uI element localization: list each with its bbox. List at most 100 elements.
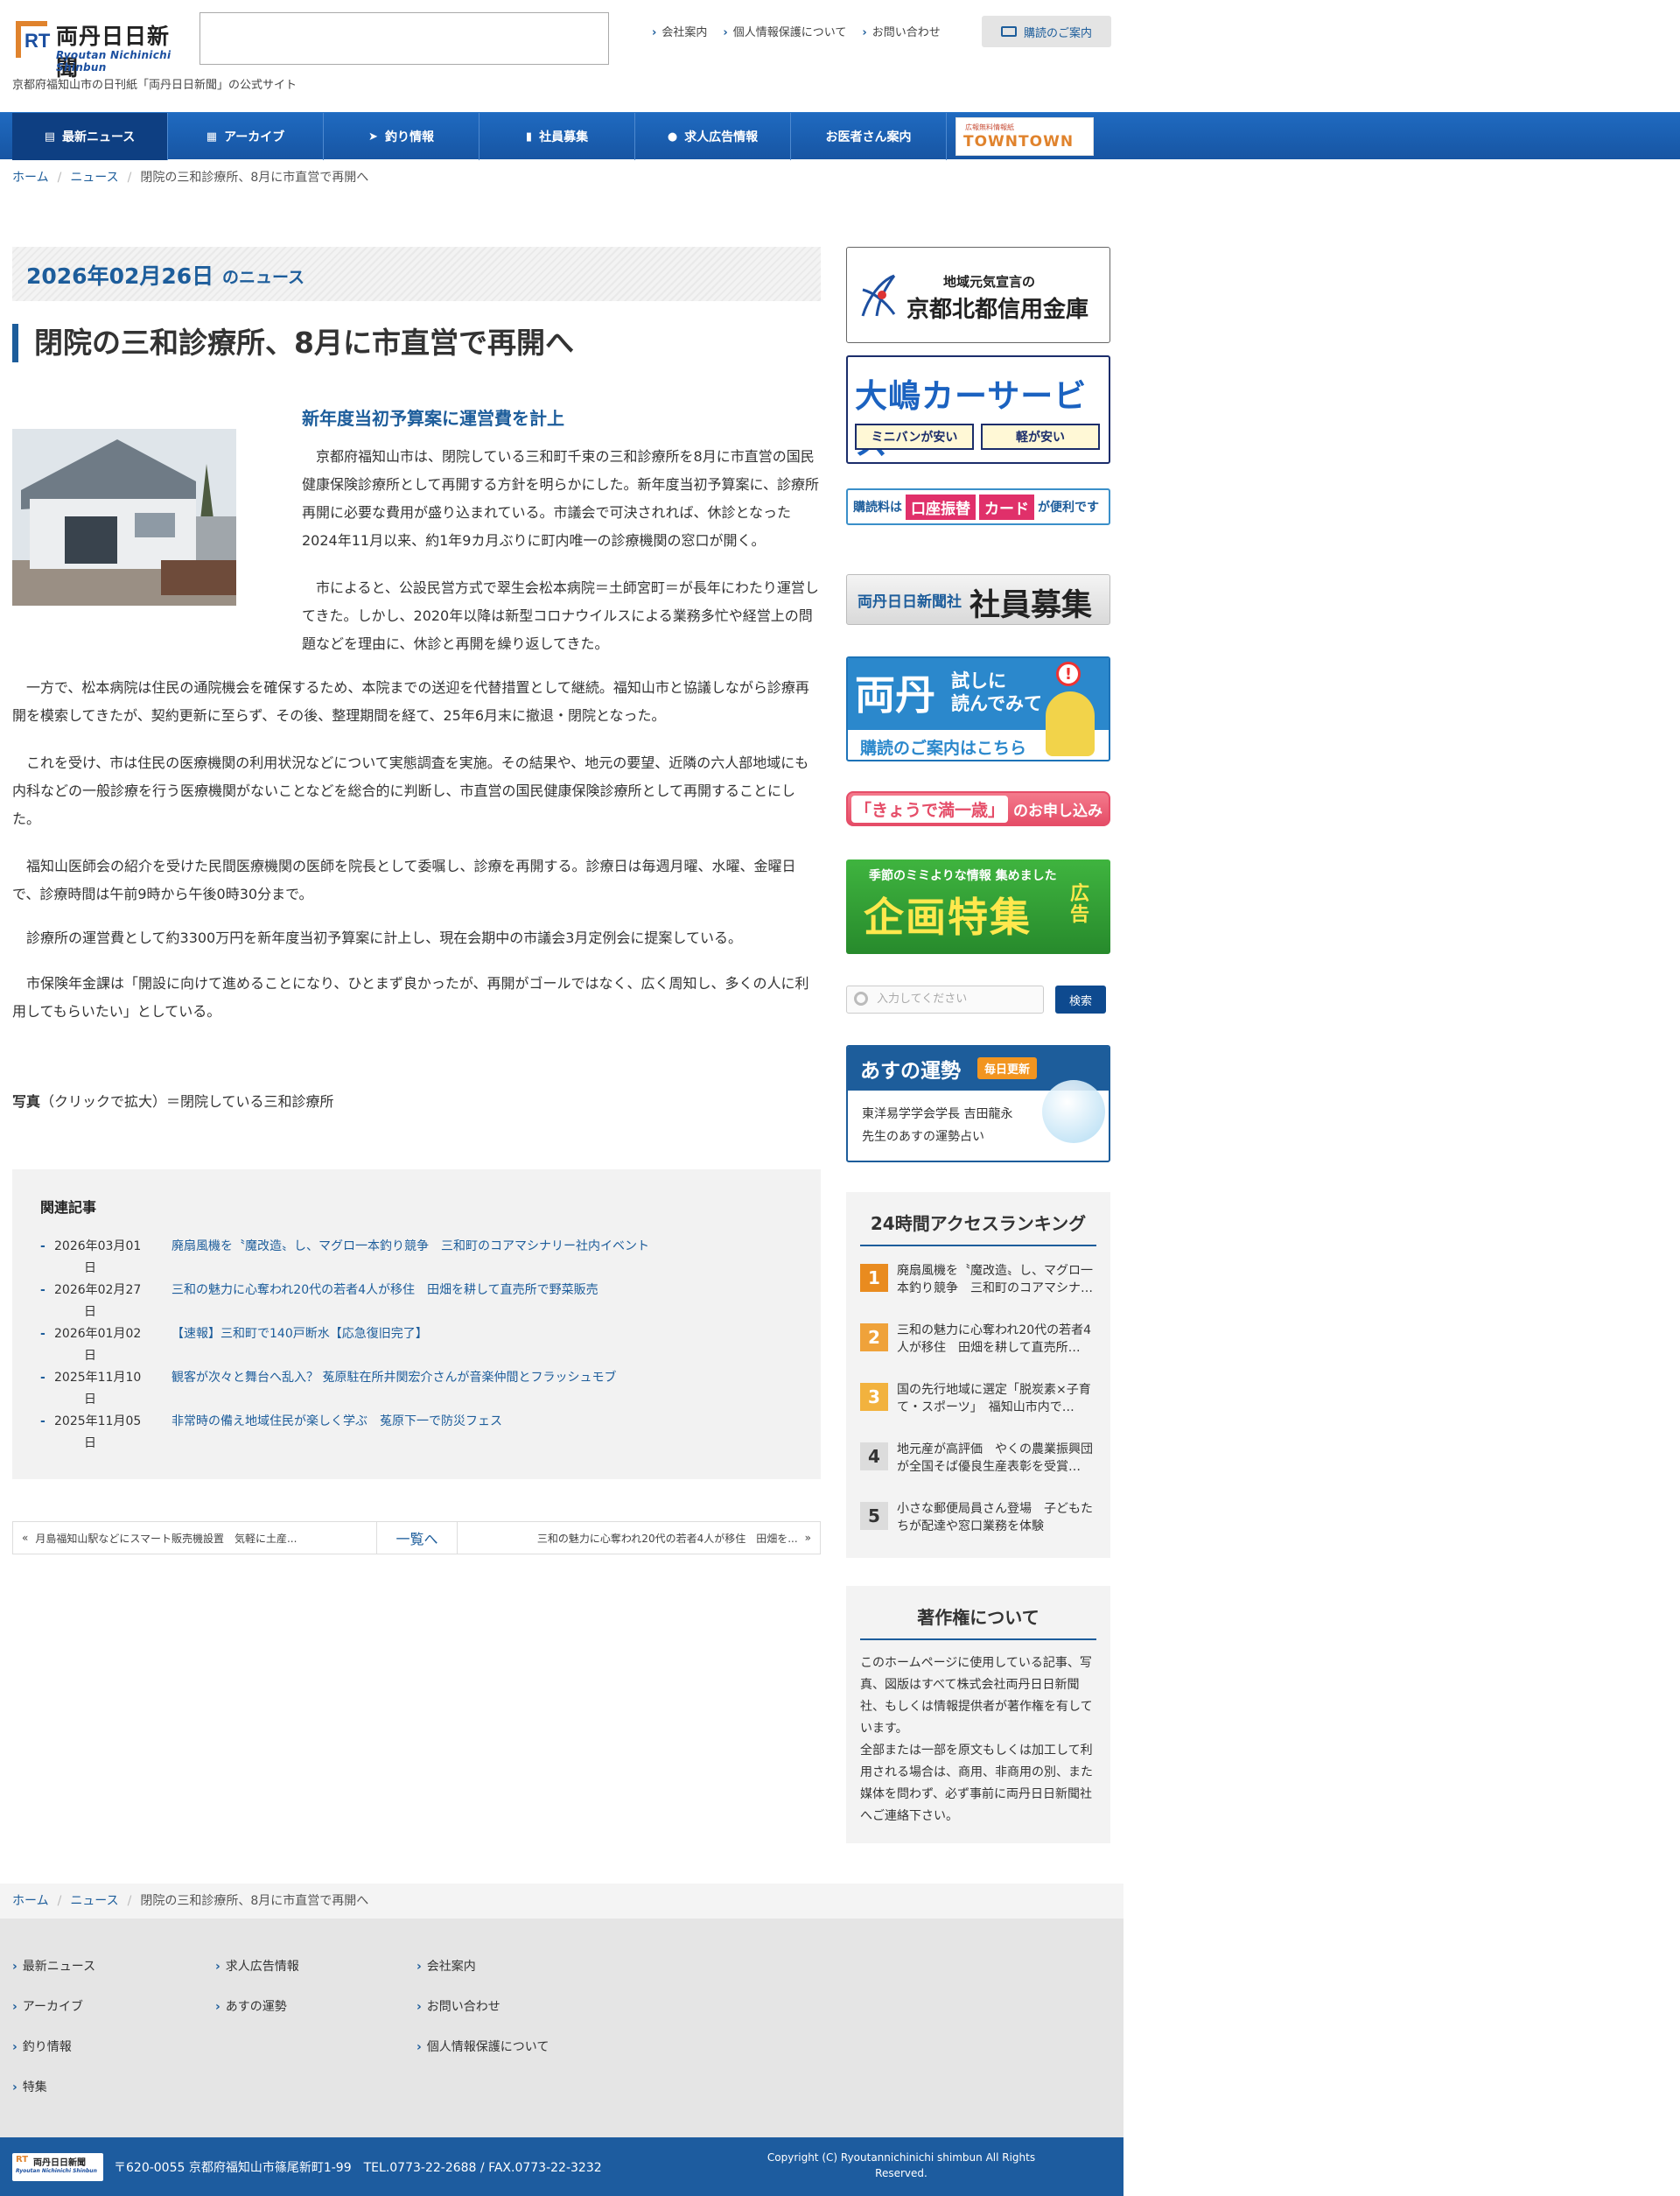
- ranking-title: 地元産が高評価 やくの農業振興団が全国そば優良生産表彰を受賞…: [897, 1442, 1093, 1474]
- ranking-item[interactable]: 5 小さな郵便局員さん登場 子どもたちが配達や窓口業務を体験: [846, 1500, 1110, 1560]
- chevron-right-icon: ›: [723, 26, 728, 39]
- related-link[interactable]: 【速報】三和町で140戸断水【応急復旧完了】: [172, 1323, 428, 1345]
- footer-link[interactable]: › 求人広告情報: [215, 1957, 299, 1997]
- search-icon: [854, 992, 868, 1006]
- related-date: 2026年01月02: [54, 1327, 142, 1341]
- footer-address: 〒620-0055 京都府福知山市篠尾新町1-99 TEL.0773-22-26…: [114, 2161, 602, 2175]
- main-nav: ▤ 最新ニュース ▦ アーカイブ ➤ 釣り情報 ▮ 社員募集 ● 求人広告情報 お医者さん…: [0, 112, 1680, 160]
- ad-trial-subscription[interactable]: 両丹 試しに 読んでみて 購読のご案内はこちら !: [846, 656, 1110, 761]
- chevron-right-icon: ›: [12, 1960, 18, 1974]
- ranking-item[interactable]: 2 三和の魅力に心奪われ20代の若者4人が移住 田畑を耕して直売所…: [846, 1322, 1110, 1381]
- copyright-text: 全部または一部を原文もしくは加工して利用される場合は、商用、非商用の別、また媒体…: [860, 1743, 1093, 1823]
- ad-first-birthday[interactable]: 「きょうで満一歳」 のお申し込み: [846, 791, 1110, 826]
- subscribe-button[interactable]: 購読のご案内: [982, 16, 1111, 47]
- footer-link[interactable]: › 個人情報保護について: [416, 2038, 549, 2078]
- breadcrumb-current: 閉院の三和診療所、8月に市直営で再開へ: [140, 1894, 369, 1908]
- related-item: -2026年03月01 廃扇風機を〝魔改造〟し、マグロ一本釣り競争 三和町のコアマ…: [40, 1236, 810, 1258]
- related-date-suffix: 日: [84, 1436, 96, 1450]
- footer-link[interactable]: › お問い合わせ: [416, 1997, 549, 2038]
- copyright-text: このホームページに使用している記事、写真、図版はすべて株式会社両丹日日新聞社、も…: [860, 1656, 1093, 1736]
- prev-article-link[interactable]: «月島福知山駅などにスマート販売機設置 気軽に土産...: [13, 1522, 377, 1554]
- related-item: -2026年02月27 三和の魅力に心奪われ20代の若者4人が移住 田畑を耕して直…: [40, 1280, 810, 1301]
- next-article-link[interactable]: 三和の魅力に心奪われ20代の若者4人が移住 田畑を...»: [458, 1522, 820, 1554]
- ranking-title: 小さな郵便局員さん登場 子どもたちが配達や窓口業務を体験: [897, 1502, 1093, 1533]
- footer-link[interactable]: › 釣り情報: [12, 2038, 95, 2078]
- article-paragraph: 京都府福知山市は、閉院している三和町千束の三和診療所を8月に市直営の国民健康保険…: [302, 448, 820, 549]
- ad-payment-methods[interactable]: 購読料は 口座振替 カード が便利です: [846, 488, 1110, 525]
- bullet-dash-icon: -: [40, 1239, 46, 1253]
- ranking-item[interactable]: 3 国の先行地域に選定「脱炭素×子育て・スポーツ」 福知山市内で…: [846, 1381, 1110, 1441]
- footer-link[interactable]: › 会社案内: [416, 1957, 549, 1997]
- ranking-item[interactable]: 4 地元産が高評価 やくの農業振興団が全国そば優良生産表彰を受賞…: [846, 1441, 1110, 1500]
- bookmark-icon: ▮: [525, 130, 533, 144]
- search-button[interactable]: 検索: [1055, 986, 1106, 1014]
- search-input[interactable]: 入力してください: [846, 986, 1044, 1014]
- related-item: -2026年01月02 【速報】三和町で140戸断水【応急復旧完了】: [40, 1323, 810, 1345]
- chevron-right-icon: ›: [12, 2080, 18, 2094]
- ranking-title: 国の先行地域に選定「脱炭素×子育て・スポーツ」 福知山市内で…: [897, 1383, 1091, 1414]
- footer-link[interactable]: › アーカイブ: [12, 1997, 95, 2038]
- article-photo[interactable]: [12, 429, 236, 606]
- chevron-right-icon: ›: [416, 2040, 422, 2054]
- related-link[interactable]: 非常時の備え地域住民が楽しく学ぶ 菟原下一で防災フェス: [172, 1411, 502, 1433]
- ad-oshima-car-service[interactable]: 大嶋カーサービス ミニバンが安い 軽が安い: [846, 355, 1110, 464]
- ranking-item[interactable]: 1 廃扇風機を〝魔改造〟し、マグロ一本釣り競争 三和町のコアマシナ…: [846, 1262, 1110, 1322]
- nav-job-ads[interactable]: ● 求人広告情報: [635, 113, 791, 160]
- article-pager: «月島福知山駅などにスマート販売機設置 気軽に土産... 一覧へ 三和の魅力に心…: [12, 1521, 821, 1554]
- related-date: 2025年11月10: [54, 1371, 142, 1385]
- related-date: 2026年03月01: [54, 1239, 142, 1253]
- footer-link[interactable]: › あすの運勢: [215, 1997, 299, 2038]
- fish-icon: ➤: [368, 130, 378, 144]
- breadcrumb-news[interactable]: ニュース: [70, 1894, 118, 1908]
- fortune-box[interactable]: あすの運勢 毎日更新 東洋易学学会学長 吉田龍永 先生のあすの運勢占い: [846, 1045, 1110, 1162]
- exclamation-icon: !: [1056, 662, 1081, 686]
- related-link[interactable]: 廃扇風機を〝魔改造〟し、マグロ一本釣り競争 三和町のコアマシナリー社内イベント: [172, 1236, 649, 1258]
- townton-banner[interactable]: 広報無料情報紙 TOWNTOWN: [956, 117, 1094, 156]
- swirl-logo-icon: [861, 274, 896, 317]
- breadcrumb-news[interactable]: ニュース: [70, 171, 118, 185]
- related-link[interactable]: 三和の魅力に心奪われ20代の若者4人が移住 田畑を耕して直売所で野菜販売: [172, 1280, 598, 1301]
- chevron-right-icon: ›: [652, 26, 657, 39]
- list-link[interactable]: 一覧へ: [377, 1522, 458, 1554]
- chevron-right-icon: ›: [416, 1960, 422, 1974]
- nav-latest-news[interactable]: ▤ 最新ニュース: [12, 113, 168, 160]
- chevron-right-icon: ›: [12, 2000, 18, 2014]
- ad-special-feature[interactable]: 季節のミミよりな情報 集めました 企画特集 広告: [846, 859, 1110, 954]
- toplink-company[interactable]: › 会社案内: [652, 23, 707, 39]
- footer-link[interactable]: › 特集: [12, 2078, 95, 2118]
- breadcrumb-home[interactable]: ホーム: [12, 1894, 49, 1908]
- article-paragraph: これを受け、市は住民の医療機関の利用状況などについて実態調査を実施。その結果や、…: [12, 754, 809, 827]
- logo-english: Ryoutan Nichinichi Shinbun: [56, 49, 172, 74]
- archive-icon: ▦: [206, 130, 218, 144]
- site-logo[interactable]: RT 両丹日日新聞 Ryoutan Nichinichi Shinbun: [12, 16, 187, 81]
- nav-fishing[interactable]: ➤ 釣り情報: [324, 113, 480, 160]
- related-date: 2025年11月05: [54, 1414, 142, 1428]
- copyright-box: 著作権について このホームページに使用している記事、写真、図版はすべて株式会社両…: [846, 1586, 1110, 1843]
- ranking-title: 廃扇風機を〝魔改造〟し、マグロ一本釣り競争 三和町のコアマシナ…: [897, 1264, 1093, 1295]
- related-link[interactable]: 観客が次々と舞台へ乱入？ 菟原駐在所井関宏介さんが音楽仲間とフラッシュモブ: [172, 1367, 616, 1389]
- footer-links: › 最新ニュース › アーカイブ › 釣り情報 › 特集 › 求人広告情報 › あすの運勢 › 会社案…: [0, 1919, 1124, 2137]
- clinic-photo-image: [12, 429, 236, 606]
- ad-recruitment[interactable]: 両丹日日新聞社 社員募集: [846, 574, 1110, 625]
- footer-link[interactable]: › 最新ニュース: [12, 1957, 95, 1997]
- rt-logo-icon: RT: [16, 21, 51, 58]
- nav-recruit[interactable]: ▮ 社員募集: [480, 113, 635, 160]
- breadcrumb-home[interactable]: ホーム: [12, 171, 49, 185]
- breadcrumb: ホーム / ニュース / 閉院の三和診療所、8月に市直営で再開へ: [12, 171, 369, 185]
- toplink-contact[interactable]: › お問い合わせ: [862, 23, 940, 39]
- card-icon: [1000, 26, 1017, 37]
- nav-archive[interactable]: ▦ アーカイブ: [168, 113, 324, 160]
- article-date: 2026年02月26日: [26, 263, 214, 289]
- copyright-title: 著作権について: [860, 1586, 1096, 1640]
- photo-caption: 写真（クリックで拡大）＝閉院している三和診療所: [12, 1093, 334, 1110]
- related-articles: 関連記事 -2026年03月01 廃扇風機を〝魔改造〟し、マグロ一本釣り競争 三和…: [12, 1169, 821, 1479]
- footer-logo[interactable]: RT 両丹日日新聞 Ryoutan Nichinichi Shinbun: [12, 2153, 103, 2181]
- ranking-number: 5: [860, 1502, 888, 1530]
- ad-kyoto-hokuto-shinkin[interactable]: 地域元気宣言の 京都北都信用金庫: [846, 247, 1110, 343]
- header-banner-image[interactable]: [200, 12, 609, 65]
- article-paragraph: 市保険年金課は「開設に向けて進めることになり、ひとまず良かったが、再開がゴールで…: [12, 975, 809, 1020]
- date-bar: 2026年02月26日 のニュース: [12, 247, 821, 301]
- nav-doctors[interactable]: お医者さん案内: [791, 113, 947, 160]
- toplink-privacy[interactable]: › 個人情報保護について: [723, 23, 846, 39]
- bullet-dash-icon: -: [40, 1327, 46, 1341]
